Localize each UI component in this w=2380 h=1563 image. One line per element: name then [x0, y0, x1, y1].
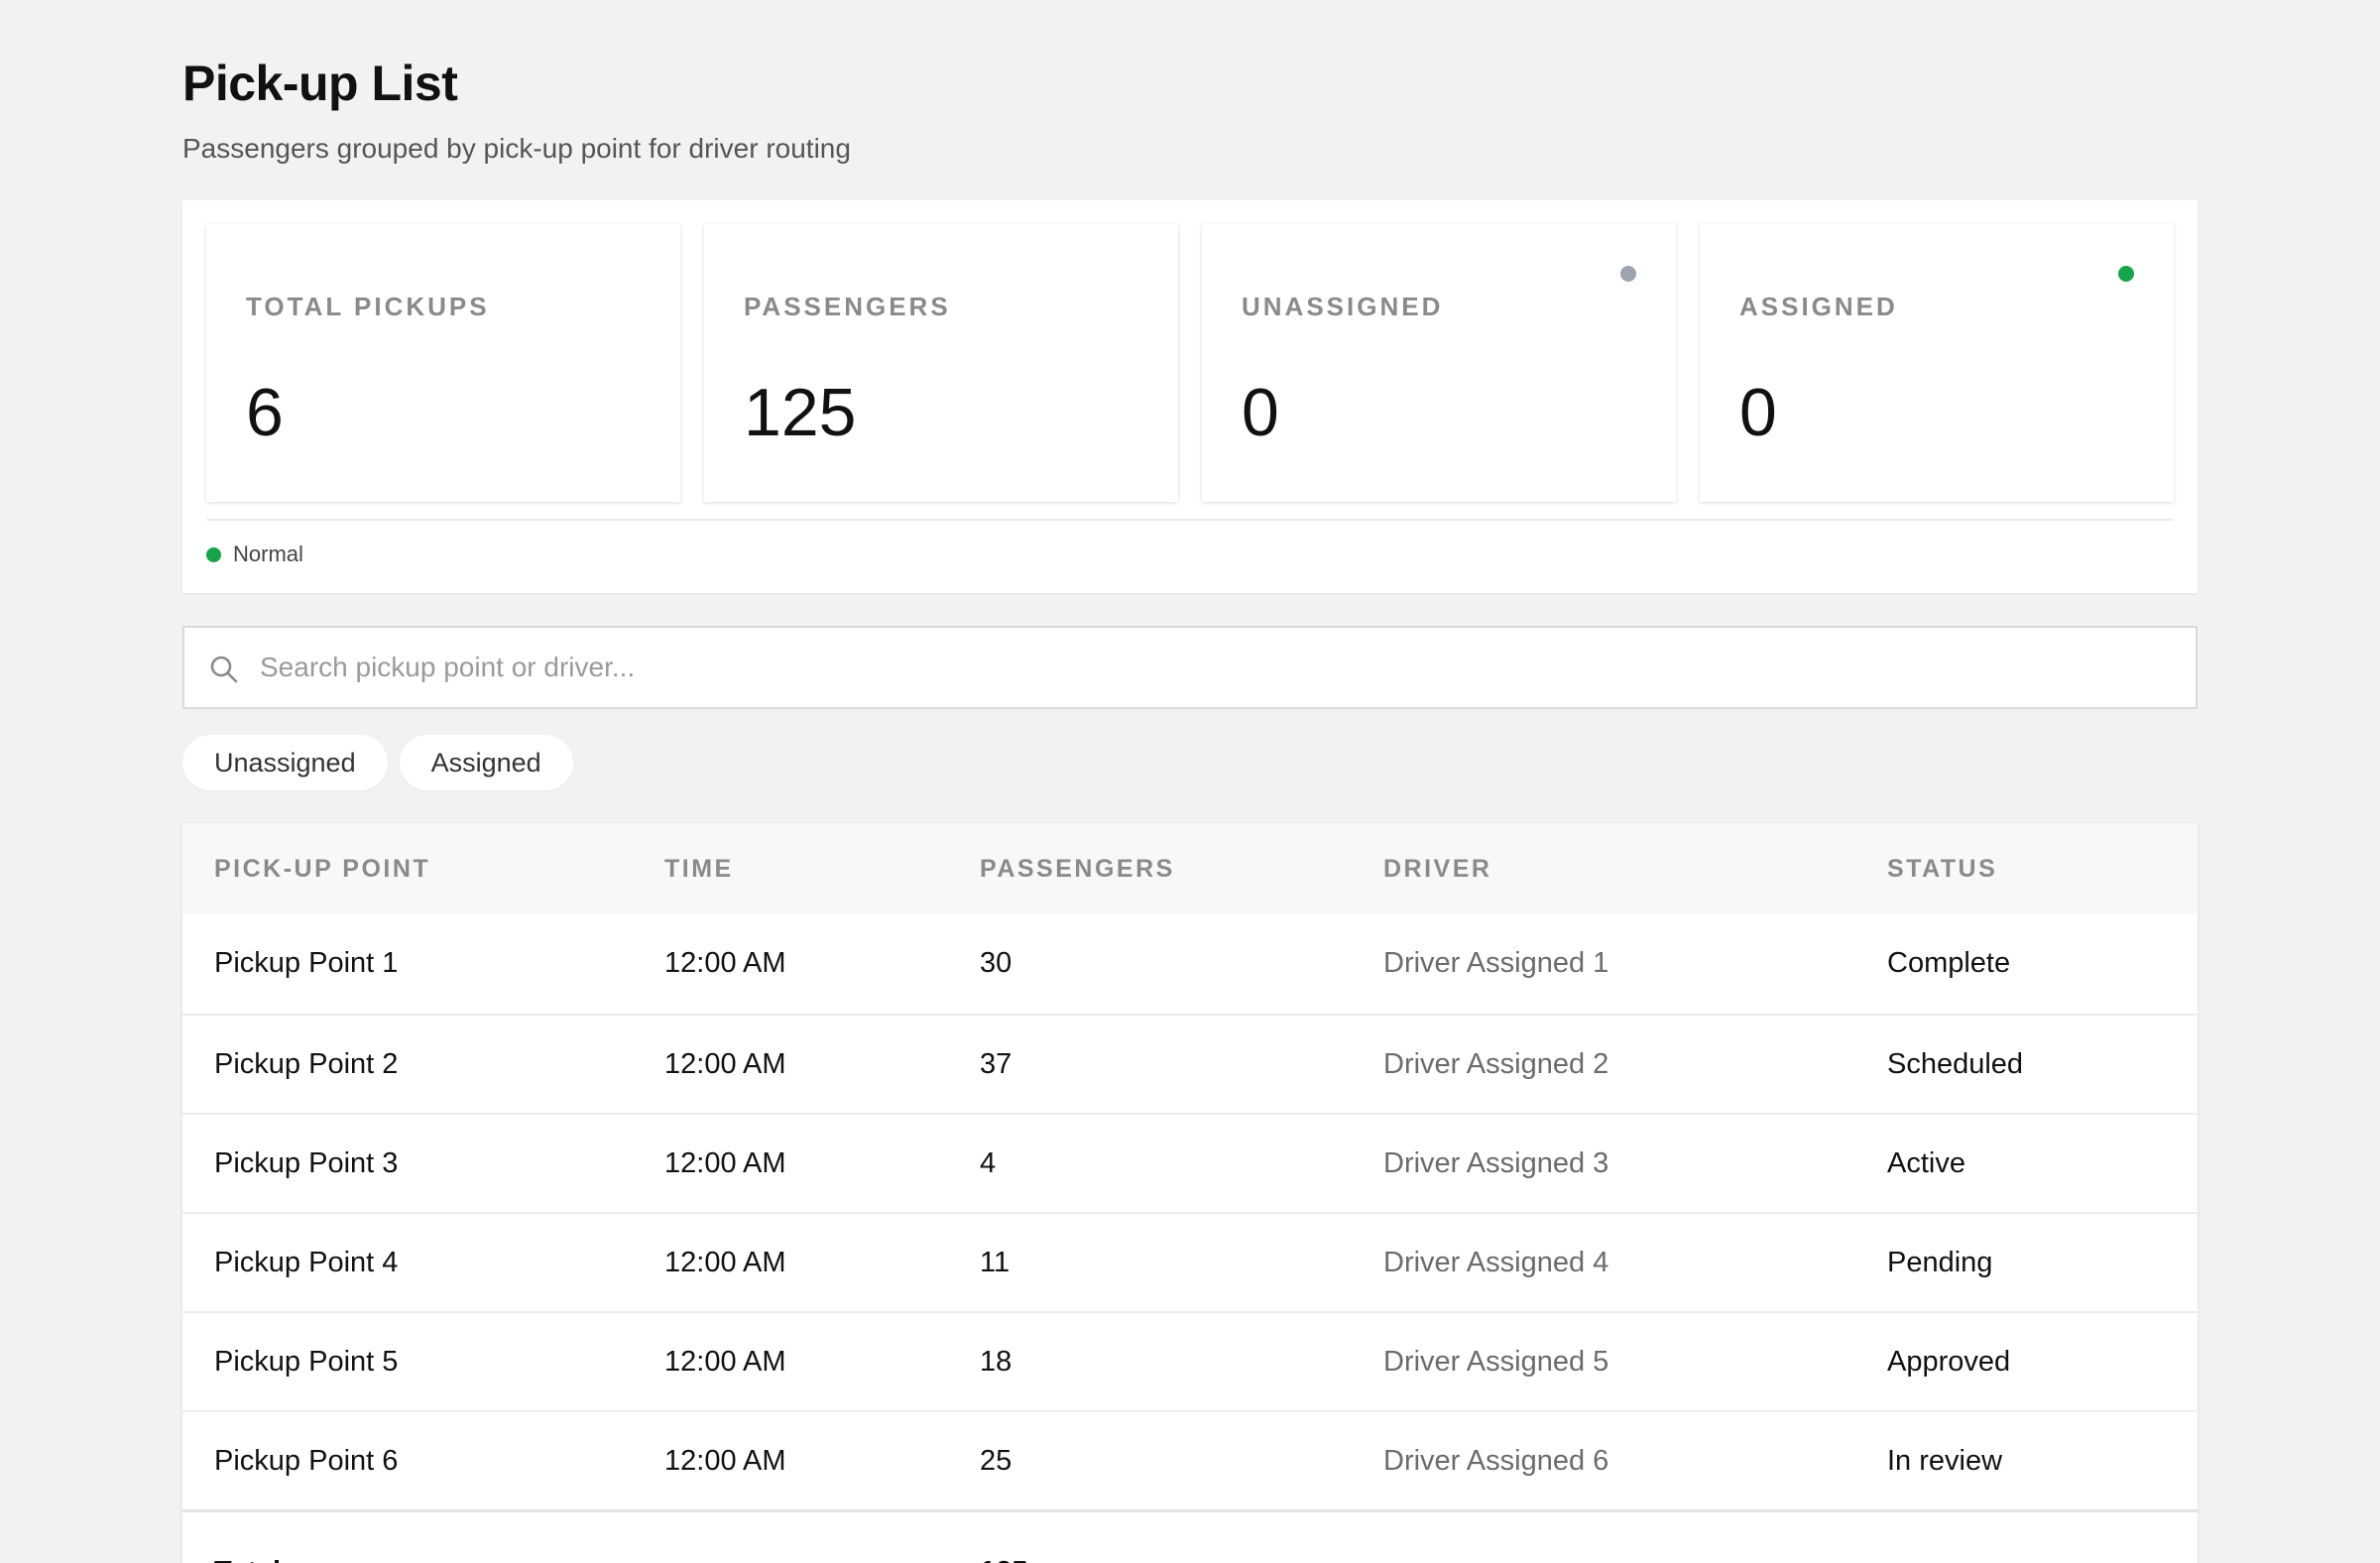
page-title: Pick-up List — [182, 56, 458, 111]
cell-driver: Driver Assigned 3 — [1383, 1147, 1609, 1179]
cell-pickup-point: Pickup Point 3 — [214, 1147, 399, 1179]
stat-card-assigned: ASSIGNED 0 — [1700, 224, 2174, 502]
filter-unassigned-button[interactable]: Unassigned — [182, 735, 388, 790]
cell-status: Approved — [1887, 1346, 2011, 1378]
cell-time: 12:00 AM — [664, 1445, 786, 1477]
cell-passengers: 25 — [980, 1445, 1012, 1477]
cell-passengers: 11 — [980, 1247, 1011, 1278]
page-subtitle: Passengers grouped by pick-up point for … — [182, 133, 851, 164]
cell-pickup-point: Pickup Point 6 — [214, 1445, 399, 1477]
cell-time: 12:00 AM — [664, 1048, 786, 1080]
cell-pickup-point: Pickup Point 2 — [214, 1048, 399, 1080]
cell-pickup-point: Pickup Point 1 — [214, 947, 399, 979]
column-header-pickup-point[interactable]: PICK-UP POINT — [214, 823, 430, 914]
total-passengers: 125 — [980, 1526, 1027, 1563]
status-dot-icon — [2118, 266, 2134, 282]
table-row[interactable]: Pickup Point 6 12:00 AM 25 Driver Assign… — [182, 1410, 2198, 1509]
search-icon — [210, 656, 238, 683]
cell-pickup-point: Pickup Point 4 — [214, 1247, 399, 1278]
cell-passengers: 37 — [980, 1048, 1012, 1080]
cell-passengers: 4 — [980, 1147, 997, 1179]
stat-card-passengers: PASSENGERS 125 — [704, 224, 1178, 502]
stat-value: 6 — [246, 375, 284, 450]
stat-value: 0 — [1242, 375, 1279, 450]
search-input[interactable] — [260, 628, 2176, 707]
column-header-driver[interactable]: DRIVER — [1383, 823, 1491, 914]
cell-passengers: 30 — [980, 947, 1012, 979]
stat-card-unassigned: UNASSIGNED 0 — [1202, 224, 1676, 502]
cell-pickup-point: Pickup Point 5 — [214, 1346, 399, 1378]
cell-status: Pending — [1887, 1247, 1993, 1278]
table-row[interactable]: Pickup Point 1 12:00 AM 30 Driver Assign… — [182, 914, 2198, 1014]
cell-status: In review — [1887, 1445, 2003, 1477]
cell-status: Scheduled — [1887, 1048, 2024, 1080]
table-body: Pickup Point 1 12:00 AM 30 Driver Assign… — [182, 914, 2198, 1509]
total-label: Total — [214, 1526, 281, 1563]
table-row[interactable]: Pickup Point 3 12:00 AM 4 Driver Assigne… — [182, 1113, 2198, 1212]
filter-chips: Unassigned Assigned — [182, 735, 573, 790]
cell-status: Complete — [1887, 947, 2011, 979]
filter-assigned-button[interactable]: Assigned — [399, 735, 573, 790]
cell-time: 12:00 AM — [664, 1247, 786, 1278]
table-total-row: Total 125 — [182, 1509, 2198, 1563]
page: Pick-up List Passengers grouped by pick-… — [0, 0, 2380, 1563]
table-header: PICK-UP POINT TIME PASSENGERS DRIVER STA… — [182, 823, 2198, 914]
cell-driver: Driver Assigned 2 — [1383, 1048, 1609, 1080]
column-header-passengers[interactable]: PASSENGERS — [980, 823, 1175, 914]
stat-value: 125 — [744, 375, 857, 450]
stat-value: 0 — [1739, 375, 1777, 450]
search-box[interactable] — [182, 626, 2198, 709]
stat-label: ASSIGNED — [1739, 292, 1898, 321]
status-dot-icon — [1620, 266, 1636, 282]
cell-driver: Driver Assigned 4 — [1383, 1247, 1609, 1278]
legend-dot-icon — [206, 546, 221, 562]
cell-time: 12:00 AM — [664, 1346, 786, 1378]
stat-label: UNASSIGNED — [1242, 292, 1444, 321]
legend-label: Normal — [233, 541, 303, 566]
stats-panel: TOTAL PICKUPS 6 PASSENGERS 125 UNASSIGNE… — [182, 200, 2198, 593]
legend: Normal — [206, 540, 303, 569]
column-header-status[interactable]: STATUS — [1887, 823, 1997, 914]
cell-driver: Driver Assigned 5 — [1383, 1346, 1609, 1378]
cell-driver: Driver Assigned 6 — [1383, 1445, 1609, 1477]
table-row[interactable]: Pickup Point 2 12:00 AM 37 Driver Assign… — [182, 1014, 2198, 1113]
stat-label: PASSENGERS — [744, 292, 951, 321]
stat-card-total-pickups: TOTAL PICKUPS 6 — [206, 224, 680, 502]
cell-driver: Driver Assigned 1 — [1383, 947, 1609, 979]
pickup-table: PICK-UP POINT TIME PASSENGERS DRIVER STA… — [182, 823, 2198, 1563]
table-row[interactable]: Pickup Point 5 12:00 AM 18 Driver Assign… — [182, 1311, 2198, 1410]
cell-passengers: 18 — [980, 1346, 1012, 1378]
cell-time: 12:00 AM — [664, 1147, 786, 1179]
cell-status: Active — [1887, 1147, 1965, 1179]
column-header-time[interactable]: TIME — [664, 823, 734, 914]
divider — [206, 519, 2174, 521]
stat-label: TOTAL PICKUPS — [246, 292, 490, 321]
table-row[interactable]: Pickup Point 4 12:00 AM 11 Driver Assign… — [182, 1212, 2198, 1311]
cell-time: 12:00 AM — [664, 947, 786, 979]
